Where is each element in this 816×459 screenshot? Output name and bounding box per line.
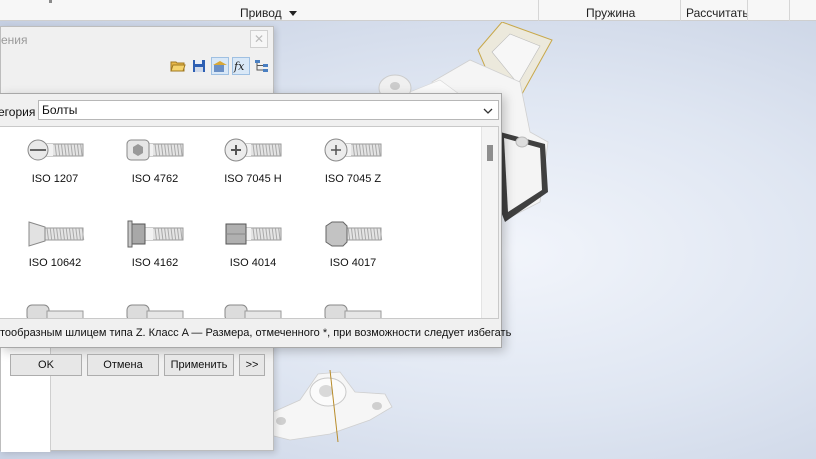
- fastener-item[interactable]: ISO 1207: [5, 133, 105, 213]
- fastener-label: ISO 1207: [31, 173, 79, 185]
- fastener-label: ISO 7045 Z: [324, 173, 382, 185]
- spring-button[interactable]: Пружина: [586, 6, 635, 20]
- scrollbar-thumb[interactable]: [487, 145, 493, 161]
- ok-button[interactable]: OK: [10, 354, 82, 376]
- fastener-label: ISO 4762: [131, 173, 179, 185]
- fastener-label: ISO 7045 H: [224, 173, 282, 185]
- fastener-item[interactable]: ISO 7045 H: [203, 133, 303, 213]
- fastener-item[interactable]: ISO 4014: [203, 217, 303, 297]
- socket-head-cap-screw-icon: [105, 133, 205, 167]
- dropdown-arrow-icon: [289, 6, 297, 20]
- fastener-item[interactable]: ISO 10642: [5, 217, 105, 297]
- apply-button[interactable]: Применить: [164, 354, 234, 376]
- hex-bolt-full-thread-icon: [303, 217, 403, 251]
- bolt-preview-icon[interactable]: [323, 299, 383, 318]
- bolt-preview-icon[interactable]: [125, 299, 185, 318]
- drive-label: Привод: [240, 6, 282, 20]
- fastener-grid: ISO 1207 ISO 4762 ISO 7045 H ISO 7045 Z ISO …: [0, 127, 480, 318]
- chevron-down-icon: [482, 104, 494, 116]
- slotted-cheese-head-bolt-icon: [5, 133, 105, 167]
- vertical-scrollbar[interactable]: [481, 127, 498, 318]
- ribbon-separator: [789, 0, 790, 21]
- item-description: тообразным шлицем типа Z. Класс A — Разм…: [0, 327, 512, 339]
- category-label: егория: [0, 105, 36, 119]
- svg-text:fx: fx: [233, 60, 245, 73]
- ribbon-separator: [538, 0, 539, 21]
- tree-structure-icon[interactable]: [253, 57, 271, 75]
- fastener-item[interactable]: ISO 4762: [105, 133, 205, 213]
- fastener-label: ISO 10642: [28, 257, 82, 269]
- cancel-button[interactable]: Отмена: [87, 354, 159, 376]
- fastener-label: ISO 4017: [329, 257, 377, 269]
- pan-head-cross-recess-z-icon: [303, 133, 403, 167]
- bg-dialog-title: ения: [1, 33, 28, 47]
- save-icon[interactable]: [190, 57, 208, 75]
- countersunk-socket-screw-icon: [5, 217, 105, 251]
- bolt-selection-dialog: егория Болты ISO 1207 ISO 4762 ISO 7045 HI…: [0, 93, 511, 348]
- pan-head-cross-recess-h-icon: [203, 133, 303, 167]
- drive-menu-label[interactable]: Привод: [240, 6, 297, 20]
- fastener-item[interactable]: ISO 7045 Z: [303, 133, 403, 213]
- category-select[interactable]: Болты: [38, 100, 499, 120]
- formula-fx-icon[interactable]: fx: [232, 57, 250, 75]
- bolt-preview-icon[interactable]: [25, 299, 85, 318]
- hex-flange-bolt-icon: [105, 217, 205, 251]
- open-folder-icon[interactable]: [169, 57, 187, 75]
- fastener-label: ISO 4014: [229, 257, 277, 269]
- close-icon[interactable]: ✕: [250, 30, 268, 48]
- hex-bolt-partial-thread-icon: [203, 217, 303, 251]
- flange-part: [261, 369, 393, 443]
- settings-hat-icon[interactable]: [211, 57, 229, 75]
- ribbon-bar: Привод Пружина Рассчитать: [0, 0, 816, 21]
- category-value: Болты: [42, 103, 78, 117]
- bg-dialog-toolbar: fx: [169, 57, 271, 75]
- expand-button[interactable]: >>: [239, 354, 265, 376]
- fastener-item[interactable]: ISO 4162: [105, 217, 205, 297]
- fastener-item[interactable]: ISO 4017: [303, 217, 403, 297]
- ribbon-separator: [747, 0, 748, 21]
- ribbon-tick: [49, 0, 52, 3]
- bolt-preview-icon[interactable]: [223, 299, 283, 318]
- fastener-label: ISO 4162: [131, 257, 179, 269]
- fastener-list[interactable]: ISO 1207 ISO 4762 ISO 7045 H ISO 7045 Z ISO …: [0, 126, 499, 319]
- calculate-button[interactable]: Рассчитать: [686, 6, 749, 20]
- ribbon-separator: [680, 0, 681, 21]
